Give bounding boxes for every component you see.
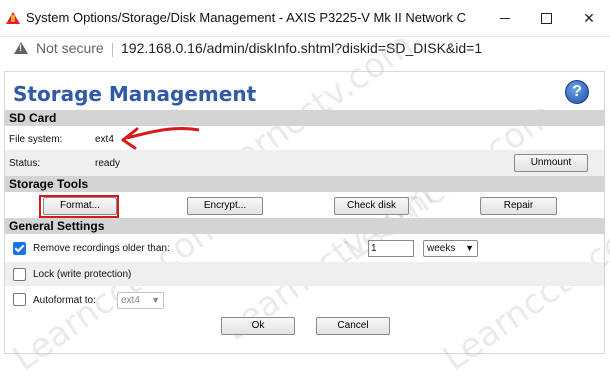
annotation-arrow-icon (121, 126, 200, 150)
file-system-label: File system: (9, 134, 63, 145)
lock-row: Lock (write protection) (5, 262, 604, 286)
autoformat-row: Autoformat to: ext4 ▼ (5, 287, 604, 311)
chevron-down-icon: ▼ (465, 243, 474, 253)
section-storage-tools: Storage Tools (5, 176, 604, 192)
file-system-row: File system: ext4 (5, 126, 604, 150)
autoformat-checkbox[interactable] (13, 293, 26, 306)
security-label[interactable]: Not secure (36, 40, 104, 56)
maximize-icon (540, 12, 552, 24)
section-heading: Storage Tools (9, 177, 89, 191)
status-label: Status: (9, 158, 41, 169)
address-divider (112, 43, 113, 57)
autoformat-select[interactable]: ext4 ▼ (117, 292, 164, 309)
remove-recordings-checkbox[interactable] (13, 242, 26, 255)
maximize-button[interactable] (526, 6, 566, 30)
autoformat-value: ext4 (121, 295, 140, 306)
url-text[interactable]: 192.168.0.16/admin/diskInfo.shtml?diskid… (121, 40, 482, 56)
chevron-down-icon: ▼ (151, 295, 160, 305)
encrypt-button[interactable]: Encrypt... (187, 197, 263, 215)
retention-unit-select[interactable]: weeks ▼ (423, 240, 478, 257)
help-icon[interactable]: ? (565, 80, 589, 104)
check-disk-button[interactable]: Check disk (334, 197, 409, 215)
minimize-button[interactable] (485, 6, 525, 30)
format-highlight-box (39, 195, 119, 218)
remove-recordings-row: Remove recordings older than: 1 weeks ▼ (5, 236, 604, 260)
lock-checkbox[interactable] (13, 268, 26, 281)
warning-icon[interactable] (14, 42, 28, 54)
minimize-icon (500, 17, 510, 19)
close-icon: ✕ (583, 9, 595, 26)
autoformat-label: Autoformat to: (33, 295, 96, 306)
status-value: ready (95, 158, 121, 169)
status-row: Status: ready Unmount (5, 150, 604, 176)
section-heading: General Settings (9, 219, 105, 233)
lock-label: Lock (write protection) (33, 269, 132, 280)
address-bar[interactable]: Not secure 192.168.0.16/admin/diskInfo.s… (0, 37, 610, 63)
remove-recordings-label: Remove recordings older than: (33, 243, 170, 254)
unmount-button[interactable]: Unmount (514, 154, 588, 172)
repair-button[interactable]: Repair (480, 197, 557, 215)
section-heading: SD Card (9, 111, 57, 125)
section-general-settings: General Settings (5, 218, 604, 234)
file-system-value: ext4 (95, 134, 114, 145)
window-title: System Options/Storage/Disk Management -… (26, 10, 466, 25)
cancel-button[interactable]: Cancel (316, 317, 390, 335)
section-sd-card: SD Card (5, 110, 604, 126)
window-titlebar: System Options/Storage/Disk Management -… (0, 0, 610, 37)
retention-unit-value: weeks (427, 243, 456, 254)
page-content: Learncctv.com Learncctv.com Learncctv.co… (4, 25, 610, 379)
close-button[interactable]: ✕ (569, 6, 609, 30)
ok-button[interactable]: Ok (221, 317, 295, 335)
page-title: Storage Management (13, 82, 257, 106)
retention-value-input[interactable]: 1 (368, 240, 414, 257)
axis-logo-icon (6, 12, 20, 24)
